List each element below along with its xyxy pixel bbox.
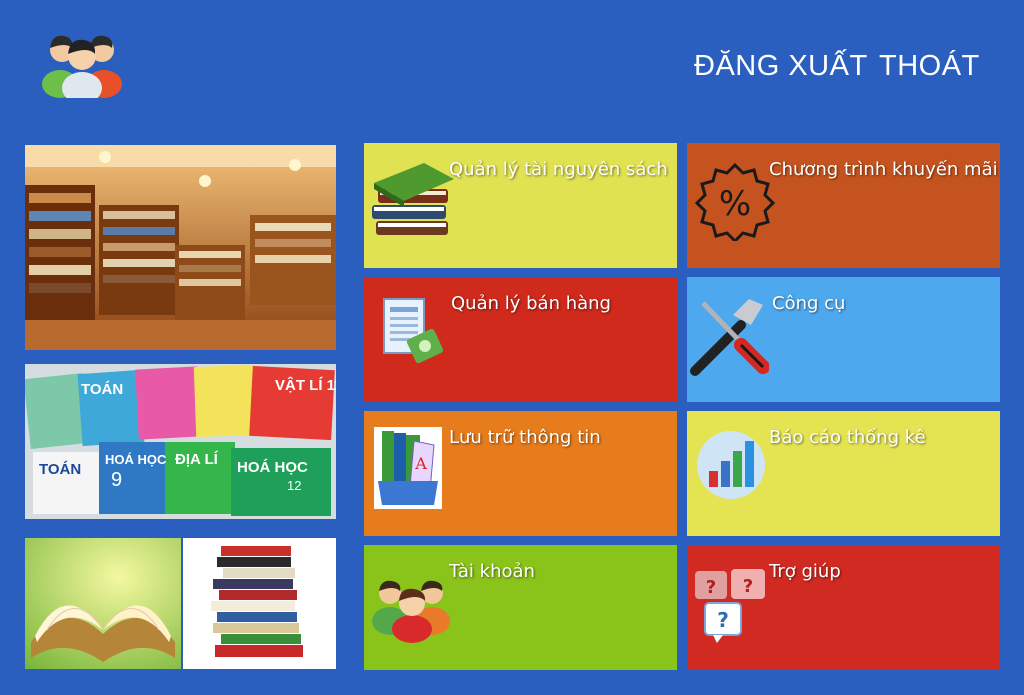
svg-text:12: 12: [287, 478, 301, 493]
svg-text:?: ?: [743, 576, 753, 597]
books-icon: [370, 161, 454, 259]
tile-statistics-report[interactable]: Báo cáo thống kê: [687, 411, 1000, 536]
textbooks-photo: TOÁN VẬT LÍ 11 TOÁN HOÁ HỌC 9 ĐỊA LÍ HOÁ…: [25, 364, 336, 519]
tile-help[interactable]: ? ? ? Trợ giúp: [687, 545, 1000, 670]
svg-text:9: 9: [111, 469, 122, 491]
tile-label: Tài khoản: [449, 561, 535, 582]
tile-label: Quản lý bán hàng: [451, 293, 611, 314]
svg-text:ĐỊA LÍ: ĐỊA LÍ: [175, 451, 219, 468]
app-logo-users-icon: [40, 26, 124, 104]
svg-text:A: A: [414, 454, 427, 473]
logout-button[interactable]: ĐĂNG XUẤT: [694, 50, 868, 83]
svg-text:TOÁN: TOÁN: [39, 461, 81, 478]
tile-label: Quản lý tài nguyên sách: [449, 159, 668, 180]
tile-information-storage[interactable]: A Lưu trữ thông tin: [364, 411, 677, 536]
tools-icon: [689, 295, 770, 381]
tile-tools[interactable]: Công cụ: [687, 277, 1000, 402]
book-stack-photo: [183, 538, 336, 669]
tile-book-resources[interactable]: Quản lý tài nguyên sách: [364, 143, 677, 268]
svg-text:HOÁ HỌC: HOÁ HỌC: [237, 459, 308, 476]
tile-label: Chương trình khuyến mãi: [769, 159, 998, 180]
percent-badge-icon: %: [694, 161, 776, 245]
svg-text:?: ?: [717, 608, 729, 632]
tile-label: Báo cáo thống kê: [769, 427, 926, 448]
svg-text:VẬT LÍ 11: VẬT LÍ 11: [275, 376, 336, 394]
file-folder-icon: A: [374, 427, 442, 513]
open-book-photo: [25, 538, 181, 669]
invoice-money-icon: [382, 297, 444, 371]
question-bubbles-icon: ? ? ?: [693, 565, 771, 649]
bar-chart-icon: [695, 429, 767, 505]
bookstore-interior-photo: [25, 145, 336, 350]
tile-label: Lưu trữ thông tin: [449, 427, 601, 448]
svg-text:?: ?: [706, 577, 716, 598]
svg-text:HOÁ HỌC: HOÁ HỌC: [105, 452, 167, 467]
exit-button[interactable]: THOÁT: [879, 50, 980, 83]
svg-text:%: %: [719, 184, 751, 224]
tile-sales-management[interactable]: Quản lý bán hàng: [364, 277, 677, 402]
tile-label: Trợ giúp: [769, 561, 841, 582]
tile-label: Công cụ: [772, 293, 846, 314]
tile-account[interactable]: Tài khoản: [364, 545, 677, 670]
users-icon: [370, 563, 454, 647]
svg-text:TOÁN: TOÁN: [81, 381, 123, 398]
tile-promotions[interactable]: % Chương trình khuyến mãi: [687, 143, 1000, 268]
